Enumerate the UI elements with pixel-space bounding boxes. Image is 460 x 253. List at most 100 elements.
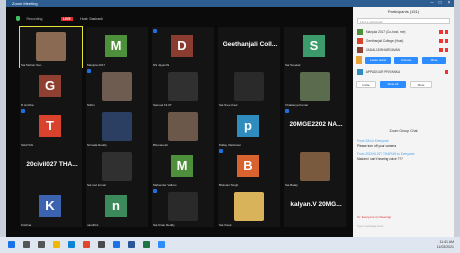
invite-button[interactable]: Invite <box>356 81 376 88</box>
participant-tile[interactable]: GR ismitha <box>20 67 82 107</box>
avatar: S <box>303 35 325 57</box>
participant-tile[interactable]: M Manjula 2017 <box>86 27 148 67</box>
participants-header: Participants (151) <box>387 9 420 14</box>
mic-muted-icon <box>153 189 157 193</box>
participant-tile[interactable]: Geethanjali Coll... <box>218 27 280 67</box>
system-clock[interactable]: 11:41 AM 11/03/2021 <box>437 240 454 249</box>
task-view-icon[interactable] <box>38 241 45 248</box>
excel-icon[interactable] <box>143 241 150 248</box>
participant-display-name: 20MGE2202 NA... <box>289 121 343 128</box>
search-icon[interactable] <box>23 241 30 248</box>
participant-tile[interactable]: B Bhavani Singh <box>218 147 280 187</box>
avatar: M <box>105 35 127 57</box>
avatar: B <box>237 155 259 177</box>
participant-name: Sai Kiran Reddy <box>153 223 175 227</box>
participant-tile[interactable]: 20civil027 THA... <box>20 147 82 187</box>
participant-tile[interactable]: S Sai Sreekar <box>284 27 346 67</box>
participant-display-name: Geethanjali Coll... <box>222 41 278 48</box>
participant-tile[interactable]: M Mahender Valluru <box>152 147 214 187</box>
participant-search-input[interactable]: Find a participant <box>357 18 450 24</box>
participants-footer: Invite Mute All More <box>356 81 452 89</box>
chrome-icon[interactable] <box>83 241 90 248</box>
mic-muted-icon <box>445 30 448 34</box>
avatar: p <box>237 115 259 137</box>
participant-video <box>168 72 198 101</box>
participant-tile[interactable]: Sai Kiran Reddy <box>152 187 214 227</box>
meeting-status-bar: Recording LIVE Host: Sashank <box>16 10 103 22</box>
host-label[interactable]: Host: Sashank <box>80 17 103 21</box>
recording-label: Recording <box>26 16 43 21</box>
unmute-button[interactable]: Unmute <box>394 57 418 64</box>
participant-row[interactable]: 2ADAL18 BHARGAVAN <box>357 46 450 54</box>
start-icon[interactable] <box>8 241 15 248</box>
edge-icon[interactable] <box>68 241 75 248</box>
participant-tile[interactable]: Chaitanya Kumar <box>284 67 346 107</box>
clock-time: 11:41 AM <box>439 240 454 244</box>
participant-row[interactable]: Manjula 2017 (Co-host, me) <box>357 28 450 36</box>
participant-name: Krishna <box>21 223 32 227</box>
mail-icon[interactable] <box>113 241 120 248</box>
participant-tile[interactable]: p Pallay Vaishnavi <box>218 107 280 147</box>
lower-hand-button[interactable]: Lower Hand <box>365 57 391 64</box>
mic-muted-icon <box>445 48 448 52</box>
more-options-button[interactable]: More <box>410 81 432 88</box>
live-badge[interactable]: LIVE <box>60 16 73 21</box>
mute-all-button[interactable]: Mute All <box>380 81 406 88</box>
video-off-icon <box>439 39 443 43</box>
video-gallery: Recording LIVE Host: Sashank Sai Mohan S… <box>6 7 353 237</box>
participant-name: nandhini <box>87 223 99 227</box>
avatar <box>356 56 362 64</box>
avatar: D <box>171 35 193 57</box>
maximize-button[interactable]: □ <box>436 0 444 7</box>
clock-date: 11/03/2021 <box>436 244 454 249</box>
participant-tile[interactable]: Samuel Fit IIT <box>152 67 214 107</box>
participant-tile[interactable]: D DS Jayanthi <box>152 27 214 67</box>
title-bar: Zoom Meeting – □ × <box>6 0 454 7</box>
participant-tile[interactable]: Sai Mohan Sai... <box>19 26 83 68</box>
participant-video <box>234 72 264 101</box>
explorer-icon[interactable] <box>53 241 60 248</box>
participant-row[interactable]: APPADGUR PRIYANKA <box>357 68 450 76</box>
participant-tile[interactable]: n nandhini <box>86 187 148 227</box>
participant-tile[interactable]: Sai Balaji <box>284 147 346 187</box>
participant-display-name: 20civil027 THA... <box>26 161 78 168</box>
participant-tile[interactable]: Sai ravi kumar <box>86 147 148 187</box>
window-title: Zoom Meeting <box>12 1 38 6</box>
participant-tile[interactable]: 20MGE2202 NA... <box>284 107 346 147</box>
chat-sender: From 20CIVIL027 THARUN to Everyone: <box>357 152 416 156</box>
zoom-icon[interactable] <box>158 241 165 248</box>
participant-name: APPADGUR PRIYANKA <box>365 70 401 74</box>
participant-video <box>300 152 330 181</box>
participant-video <box>168 192 198 221</box>
word-icon[interactable] <box>128 241 135 248</box>
participant-tile[interactable]: T SHAYAN <box>20 107 82 147</box>
avatar <box>357 29 363 36</box>
chat-recipient-select[interactable]: To: Everyone (in Meeting) <box>357 215 391 219</box>
chat-input[interactable]: Type message here... <box>357 224 386 228</box>
chat-header: Zoom Group Chat <box>389 129 418 133</box>
avatar: M <box>171 155 193 177</box>
more-button[interactable]: More <box>422 57 446 64</box>
participant-tile[interactable]: Nithin <box>86 67 148 107</box>
participant-tile[interactable]: kalyan.V 20MG... <box>284 187 346 227</box>
participant-tile[interactable]: K Krishna <box>20 187 82 227</box>
participant-tile[interactable]: Sai Vivek <box>218 187 280 227</box>
video-off-icon <box>439 48 443 52</box>
mic-muted-icon <box>21 109 25 113</box>
mic-muted-icon <box>445 70 448 74</box>
video-off-icon <box>439 30 443 34</box>
store-icon[interactable] <box>98 241 105 248</box>
participant-tile[interactable]: Sai Sree Kaur <box>218 67 280 107</box>
participant-row[interactable]: Geethanjali College (Host) <box>357 37 450 45</box>
close-button[interactable]: × <box>445 0 453 7</box>
avatar: n <box>105 195 127 217</box>
participant-tile[interactable]: Nirmala Reddy <box>86 107 148 147</box>
mic-muted-icon <box>219 149 223 153</box>
mic-muted-icon <box>153 29 157 33</box>
participant-name: 2ADAL18 BHARGAVAN <box>365 48 400 52</box>
shield-icon[interactable] <box>16 16 20 22</box>
minimize-button[interactable]: – <box>428 0 436 7</box>
participant-tile[interactable]: Bhuvanesh <box>152 107 214 147</box>
avatar <box>357 69 363 76</box>
participant-name: Manjula 2017 (Co-host, me) <box>365 30 406 34</box>
